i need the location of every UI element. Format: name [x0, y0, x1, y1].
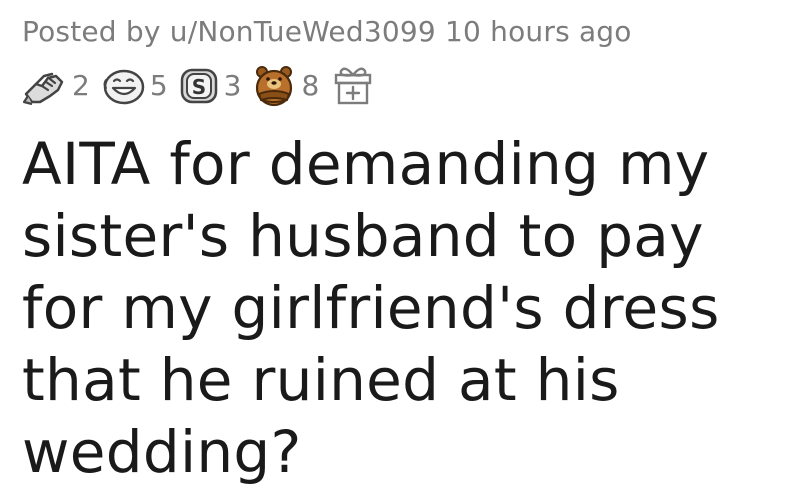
bear-arms-crossed-icon — [251, 64, 297, 108]
silver-s-coin-icon: S — [178, 66, 220, 106]
post-meta: Posted by u/NonTueWed3099 10 hours ago — [22, 14, 800, 50]
posted-by-label: Posted by — [22, 15, 161, 48]
post-container: Posted by u/NonTueWed3099 10 hours ago 2 — [0, 0, 800, 486]
author-username-link[interactable]: u/NonTueWed3099 — [170, 15, 436, 48]
laughing-face-icon — [100, 66, 146, 106]
awards-row: 2 5 S 3 8 — [22, 62, 800, 110]
svg-text:S: S — [191, 75, 205, 99]
award-silver[interactable]: S 3 — [178, 66, 242, 106]
award-count: 8 — [301, 69, 320, 102]
wholesome-hands-icon — [22, 66, 68, 106]
award-wholesome[interactable]: 2 — [22, 66, 90, 106]
award-laughing[interactable]: 5 — [100, 66, 168, 106]
gift-box-icon — [333, 65, 373, 107]
award-count: 3 — [223, 69, 242, 102]
give-award-button[interactable] — [333, 65, 373, 107]
post-title[interactable]: AITA for demanding my sister's husband t… — [22, 128, 792, 488]
award-count: 5 — [149, 69, 168, 102]
award-bear[interactable]: 8 — [251, 64, 319, 108]
award-count: 2 — [72, 69, 90, 102]
post-time: 10 hours ago — [445, 15, 632, 48]
